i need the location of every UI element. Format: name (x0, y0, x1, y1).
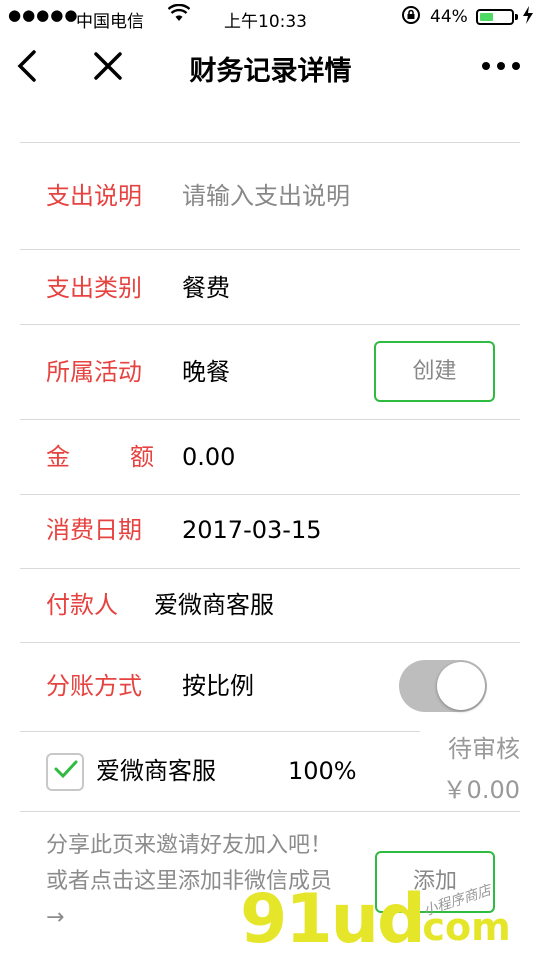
member-percent[interactable]: 100% (288, 755, 357, 787)
member-checkbox[interactable] (46, 753, 84, 791)
create-activity-button[interactable]: 创建 (374, 341, 495, 402)
split-value: 按比例 (182, 672, 254, 700)
signal-strength: ●●●●● (8, 6, 79, 24)
rotation-lock-icon (401, 5, 421, 30)
payer-row[interactable]: 付款人 爱微商客服 (20, 569, 520, 643)
divider (20, 811, 520, 812)
status-bar: ●●●●● 中国电信 上午10:33 44% (0, 0, 541, 36)
watermark-logo: 91ud .com 小程序商店 (240, 880, 540, 960)
watermark-main: 91ud (240, 880, 426, 959)
activity-label: 所属活动 (46, 358, 142, 386)
checkmark-icon (53, 756, 79, 790)
category-label: 支出类别 (46, 274, 142, 302)
page-title: 财务记录详情 (189, 56, 352, 87)
amount-input[interactable]: 0.00 (182, 441, 235, 473)
amount-row: 金 额 0.00 (20, 420, 520, 495)
payer-value[interactable]: 爱微商客服 (154, 589, 274, 621)
member-status: 待审核 (448, 735, 520, 763)
amount-label-left: 金 (46, 443, 70, 471)
split-label: 分账方式 (46, 672, 142, 700)
member-amount: ￥0.00 (442, 776, 520, 804)
date-label: 消费日期 (46, 516, 142, 544)
clock: 上午10:33 (224, 12, 307, 32)
member-name: 爱微商客服 (96, 757, 216, 785)
battery-percent: 44% (430, 7, 468, 27)
payer-label: 付款人 (46, 591, 118, 619)
nav-bar: 财务记录详情 (0, 36, 541, 108)
activity-value[interactable]: 晚餐 (182, 356, 230, 388)
split-toggle[interactable] (399, 660, 487, 712)
date-value[interactable]: 2017-03-15 (182, 514, 321, 546)
wifi-icon (167, 3, 191, 27)
member-row: 爱微商客服 100% 待审核 ￥0.00 (20, 731, 520, 812)
bolt-icon (522, 5, 534, 29)
description-input[interactable]: 请输入支出说明 (182, 180, 350, 212)
more-dots-icon[interactable] (481, 48, 521, 95)
description-row: 支出说明 请输入支出说明 (20, 143, 520, 250)
battery-tip (515, 14, 518, 20)
category-row[interactable]: 支出类别 餐费 (20, 250, 520, 325)
activity-row: 所属活动 晚餐 创建 (20, 325, 520, 420)
carrier-name: 中国电信 (76, 12, 144, 32)
date-row[interactable]: 消费日期 2017-03-15 (20, 495, 520, 569)
battery-icon (476, 9, 514, 25)
split-row: 分账方式 按比例 (20, 643, 520, 731)
toggle-knob (437, 662, 485, 710)
amount-label-right: 额 (130, 443, 154, 471)
category-value[interactable]: 餐费 (182, 272, 230, 304)
description-label: 支出说明 (46, 182, 142, 210)
